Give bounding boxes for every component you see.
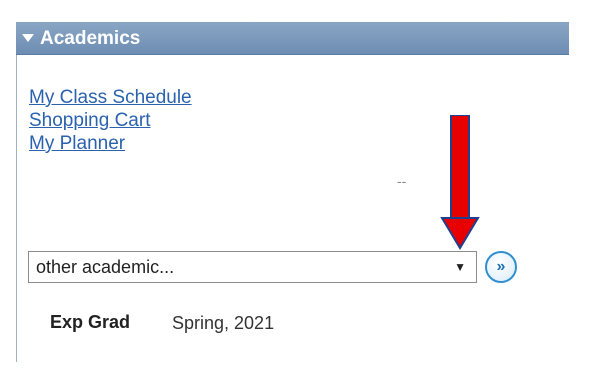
go-button[interactable]: » bbox=[485, 251, 517, 283]
other-academic-select[interactable]: other academic... ▼ bbox=[28, 251, 477, 283]
my-planner-link[interactable]: My Planner bbox=[29, 132, 192, 155]
academics-panel-header[interactable]: Academics bbox=[16, 22, 569, 55]
panel-left-border bbox=[16, 22, 17, 362]
shopping-cart-link[interactable]: Shopping Cart bbox=[29, 109, 192, 132]
academic-links: My Class Schedule Shopping Cart My Plann… bbox=[29, 86, 192, 155]
collapse-triangle-icon[interactable] bbox=[22, 33, 34, 42]
placeholder-dashes: -- bbox=[397, 173, 407, 189]
double-chevron-right-icon: » bbox=[496, 258, 506, 275]
exp-grad-label: Exp Grad bbox=[50, 312, 131, 332]
exp-grad-value: Spring, 2021 bbox=[172, 313, 275, 333]
select-value: other academic... bbox=[36, 257, 175, 277]
panel-title: Academics bbox=[40, 28, 141, 49]
my-class-schedule-link[interactable]: My Class Schedule bbox=[29, 86, 192, 109]
red-annotation-arrow-icon bbox=[440, 115, 480, 250]
dropdown-arrow-icon[interactable]: ▼ bbox=[454, 252, 466, 282]
